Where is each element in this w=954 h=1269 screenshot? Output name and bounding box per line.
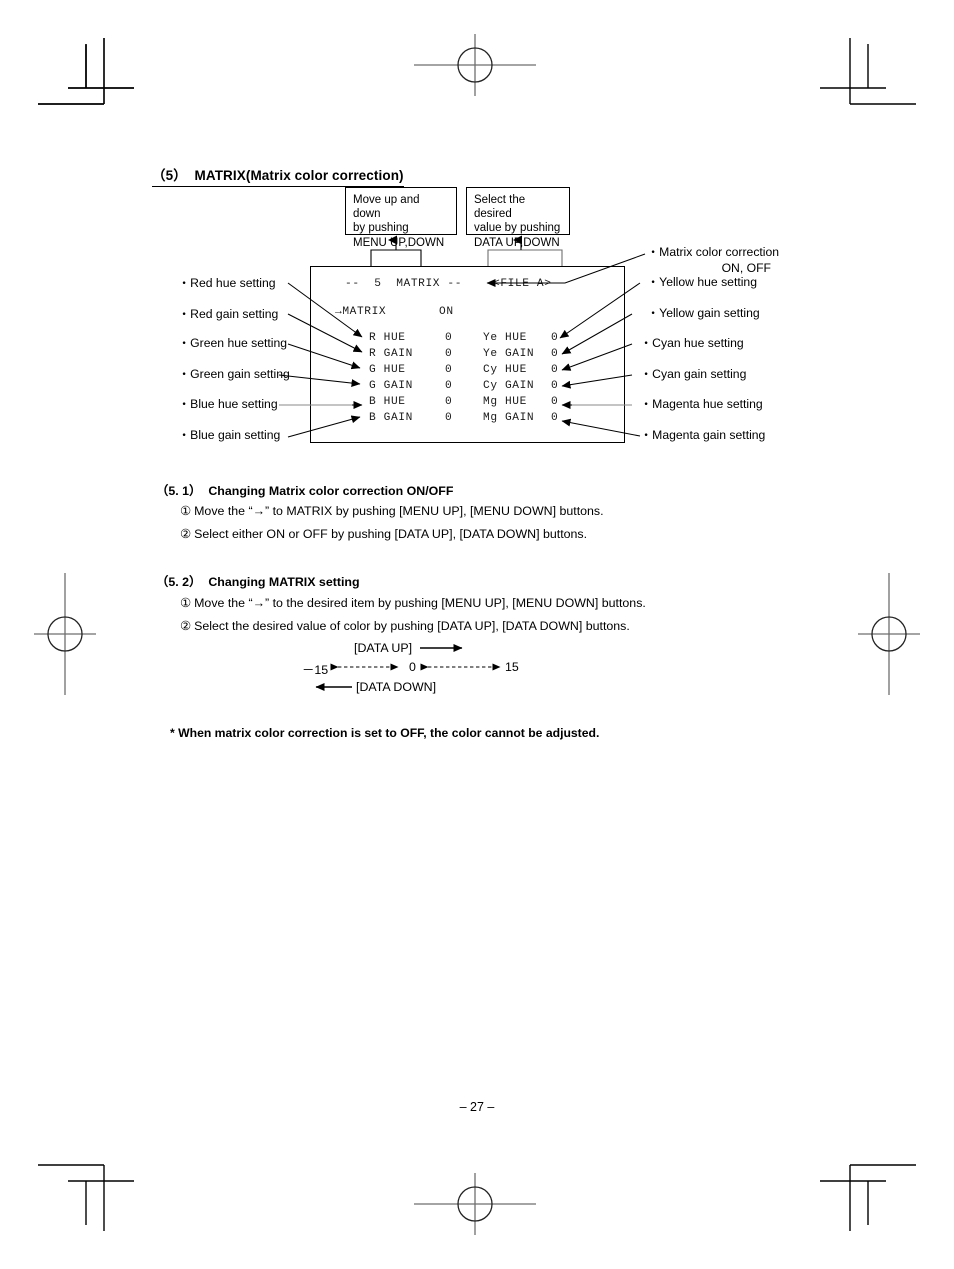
section-heading: （5） MATRIX(Matrix color correction) — [152, 164, 404, 187]
label-blue-hue-setting: ・Blue hue setting — [178, 397, 278, 411]
procedure-5-2-step-1: ① Move the “→” to the desired item by pus… — [180, 595, 646, 610]
osd-row-value-cy-hue: 0 — [551, 364, 559, 376]
osd-row-value-b-hue: 0 — [445, 396, 453, 408]
step-text-1: Move the “→” to MATRIX by pushing [MENU … — [194, 504, 604, 518]
osd-row-value-mg-gain: 0 — [551, 412, 559, 424]
osd-screen: -- 5 MATRIX -- <FILE A> →MATRIX ON R HUE… — [310, 266, 625, 443]
osd-row-value-ye-gain: 0 — [551, 348, 559, 360]
procedure-5-2-title: Changing MATRIX setting — [208, 575, 360, 589]
range-min-value: －15 — [302, 663, 329, 677]
label-red-gain-setting: ・Red gain setting — [178, 307, 279, 321]
footnote-matrix-off: * When matrix color correction is set to… — [170, 726, 600, 740]
section-title-text: MATRIX(Matrix color correction) — [194, 168, 404, 183]
osd-row-label-mg-hue: Mg HUE — [483, 396, 527, 408]
osd-row-label-r-hue: R HUE — [369, 332, 406, 344]
label-yellow-gain-setting: ・Yellow gain setting — [647, 306, 760, 320]
step-marker-3: ① — [180, 596, 192, 610]
osd-row-label-cy-hue: Cy HUE — [483, 364, 527, 376]
procedure-5-1-heading: （5. 1） Changing Matrix color correction … — [156, 481, 453, 499]
procedure-5-1-title: Changing Matrix color correction ON/OFF — [208, 484, 454, 498]
section-number: （5） — [152, 168, 187, 183]
procedure-5-1-number: （5. 1） — [156, 484, 202, 498]
osd-row-label-cy-gain: Cy GAIN — [483, 380, 535, 392]
step-text-2: Select either ON or OFF by pushing [DATA… — [194, 527, 588, 541]
label-matrix-on-off-values: ON, OFF — [721, 261, 771, 275]
procedure-5-1-step-1: ① Move the “→” to MATRIX by pushing [MENU… — [180, 503, 604, 518]
callout-data-up-down: Select the desired value by pushing DATA… — [466, 187, 570, 249]
range-center-value: 0 — [409, 660, 416, 674]
osd-row-label-r-gain: R GAIN — [369, 348, 413, 360]
osd-title: -- 5 MATRIX -- — [345, 278, 463, 290]
range-data-up-label: [DATA UP] — [354, 641, 413, 655]
osd-row-value-b-gain: 0 — [445, 412, 453, 424]
procedure-5-2-heading: （5. 2） Changing MATRIX setting — [156, 572, 360, 590]
osd-row-value-r-gain: 0 — [445, 348, 453, 360]
step-text-3: Move the “→” to the desired item by push… — [194, 596, 646, 610]
page-number: – 27 – — [459, 1100, 495, 1114]
osd-row-value-mg-hue: 0 — [551, 396, 559, 408]
range-data-down-label: [DATA DOWN] — [356, 680, 437, 694]
osd-row-value-r-hue: 0 — [445, 332, 453, 344]
label-blue-gain-setting: ・Blue gain setting — [178, 428, 281, 442]
label-cyan-gain-setting: ・Cyan gain setting — [640, 367, 747, 381]
label-green-gain-setting: ・Green gain setting — [178, 367, 290, 381]
step-text-4: Select the desired value of color by pus… — [194, 619, 630, 633]
label-green-hue-setting: ・Green hue setting — [178, 336, 288, 350]
step-marker-4: ② — [180, 619, 192, 633]
osd-row-value-ye-hue: 0 — [551, 332, 559, 344]
label-yellow-hue-setting: ・Yellow hue setting — [647, 275, 757, 289]
document-page: （5） MATRIX(Matrix color correction) Move… — [0, 0, 954, 1269]
osd-row-value-g-gain: 0 — [445, 380, 453, 392]
label-magenta-hue-setting: ・Magenta hue setting — [640, 397, 763, 411]
osd-matrix-value: ON — [439, 306, 454, 318]
label-red-hue-setting: ・Red hue setting — [178, 276, 276, 290]
step-marker-2: ② — [180, 527, 192, 541]
osd-row-value-cy-gain: 0 — [551, 380, 559, 392]
osd-file-label: <FILE A> — [493, 278, 552, 290]
step-marker-1: ① — [180, 504, 192, 518]
procedure-5-2-step-2: ② Select the desired value of color by pu… — [180, 618, 630, 633]
osd-row-label-b-hue: B HUE — [369, 396, 406, 408]
osd-row-label-g-hue: G HUE — [369, 364, 406, 376]
osd-row-label-ye-gain: Ye GAIN — [483, 348, 535, 360]
procedure-5-1-step-2: ② Select either ON or OFF by pushing [DAT… — [180, 526, 587, 541]
osd-row-label-b-gain: B GAIN — [369, 412, 413, 424]
procedure-5-2-number: （5. 2） — [156, 575, 202, 589]
osd-row-label-g-gain: G GAIN — [369, 380, 413, 392]
label-matrix-color-correction: ・Matrix color correction — [647, 245, 780, 259]
osd-row-value-g-hue: 0 — [445, 364, 453, 376]
osd-row-label-mg-gain: Mg GAIN — [483, 412, 535, 424]
osd-matrix-label: →MATRIX — [335, 306, 387, 318]
osd-row-label-ye-hue: Ye HUE — [483, 332, 527, 344]
range-max-value: 15 — [505, 660, 519, 674]
callout-menu-up-down: Move up and down by pushing MENU UP,DOWN — [345, 187, 457, 249]
label-magenta-gain-setting: ・Magenta gain setting — [640, 428, 766, 442]
label-cyan-hue-setting: ・Cyan hue setting — [640, 336, 744, 350]
